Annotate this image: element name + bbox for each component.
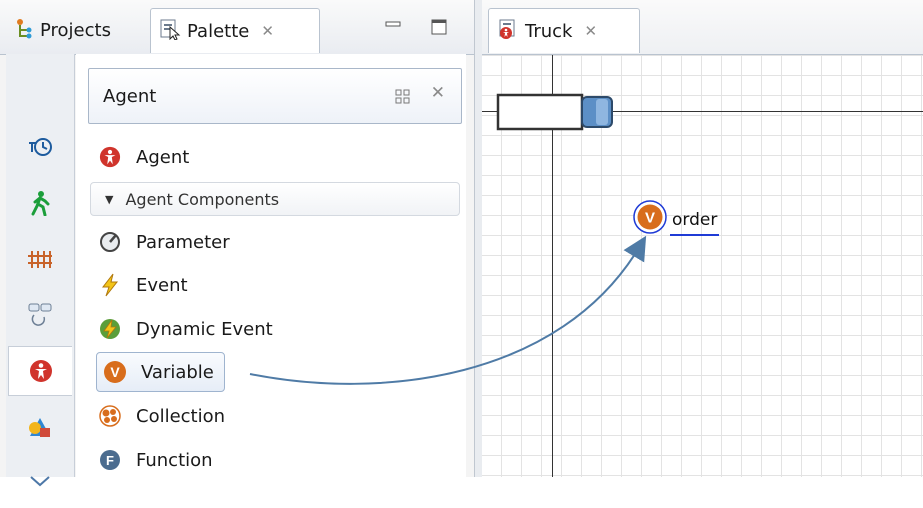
presentation-icon[interactable]	[8, 402, 72, 452]
agent-icon[interactable]	[8, 346, 72, 396]
palette-icon	[159, 18, 181, 45]
variable-name-label: order	[670, 210, 720, 236]
palette-header: Agent ✕	[88, 68, 462, 124]
section-title: Agent Components	[125, 189, 280, 209]
section-header-agent-components[interactable]: ▼ Agent Components	[90, 182, 460, 216]
tab-palette-label: Palette	[187, 20, 250, 42]
palette-category-toolbar	[6, 54, 75, 487]
palette-item-label: Function	[136, 449, 213, 471]
palette-item-dynamic-event[interactable]: Dynamic Event	[98, 310, 273, 348]
variable-icon: V	[103, 360, 127, 384]
palette-item-label: Variable	[141, 361, 214, 383]
left-view: Projects Palette ✕ Agent ✕ Agent ▼ Agent…	[0, 0, 474, 487]
close-icon[interactable]: ✕	[584, 22, 597, 40]
close-icon[interactable]: ✕	[431, 83, 445, 103]
grid-view-icon[interactable]	[393, 87, 413, 107]
palette-item-event[interactable]: Event	[98, 266, 188, 304]
dynamic-event-icon	[98, 317, 122, 341]
event-icon	[98, 273, 122, 297]
rail-icon[interactable]	[8, 234, 72, 284]
truck-shape[interactable]	[496, 93, 616, 131]
more-icon[interactable]	[8, 458, 72, 508]
variable-element-order[interactable]: V order	[632, 199, 720, 240]
left-tab-bar: Projects Palette ✕	[0, 0, 474, 55]
parameter-icon	[98, 230, 122, 254]
palette-content: Agent ✕ Agent ▼ Agent Components Paramet…	[76, 54, 466, 477]
editor-tab-bar: Truck ✕	[482, 0, 923, 55]
agent-icon	[98, 145, 122, 169]
palette-item-label: Parameter	[136, 231, 230, 253]
tab-truck[interactable]: Truck ✕	[488, 8, 640, 53]
palette-item-label: Dynamic Event	[136, 318, 273, 340]
palette-header-title: Agent	[103, 85, 157, 107]
minimize-button[interactable]	[382, 16, 406, 40]
tab-projects-label: Projects	[40, 20, 111, 41]
tab-projects[interactable]: Projects	[6, 8, 150, 53]
agent-type-icon	[497, 18, 519, 45]
palette-item-label: Agent	[136, 146, 190, 168]
agent-editor: Truck ✕ V order	[482, 0, 923, 477]
variable-icon: V	[632, 199, 668, 240]
tab-truck-label: Truck	[525, 20, 573, 42]
maximize-button[interactable]	[428, 16, 452, 40]
pedestrian-icon[interactable]	[8, 178, 72, 228]
palette-item-label: Event	[136, 274, 188, 296]
statechart-icon[interactable]	[8, 290, 72, 340]
collection-icon	[98, 404, 122, 428]
process-modeling-icon[interactable]	[8, 122, 72, 172]
collapse-triangle-icon: ▼	[105, 192, 114, 206]
projects-icon	[14, 17, 34, 44]
function-icon: F	[98, 448, 122, 472]
svg-text:V: V	[645, 210, 655, 227]
palette-item-collection[interactable]: Collection	[98, 397, 225, 435]
graphical-editor-canvas[interactable]: V order	[482, 55, 923, 477]
svg-text:V: V	[110, 364, 120, 380]
tab-palette[interactable]: Palette ✕	[150, 8, 320, 53]
toolbar-blank-button[interactable]	[8, 58, 72, 108]
svg-text:F: F	[106, 453, 114, 468]
palette-item-function[interactable]: F Function	[98, 441, 213, 479]
close-icon[interactable]: ✕	[261, 22, 274, 40]
palette-item-parameter[interactable]: Parameter	[98, 223, 230, 261]
palette-item-label: Collection	[136, 405, 226, 427]
palette-item-agent[interactable]: Agent	[98, 138, 189, 176]
palette-item-variable[interactable]: V Variable	[96, 352, 225, 392]
